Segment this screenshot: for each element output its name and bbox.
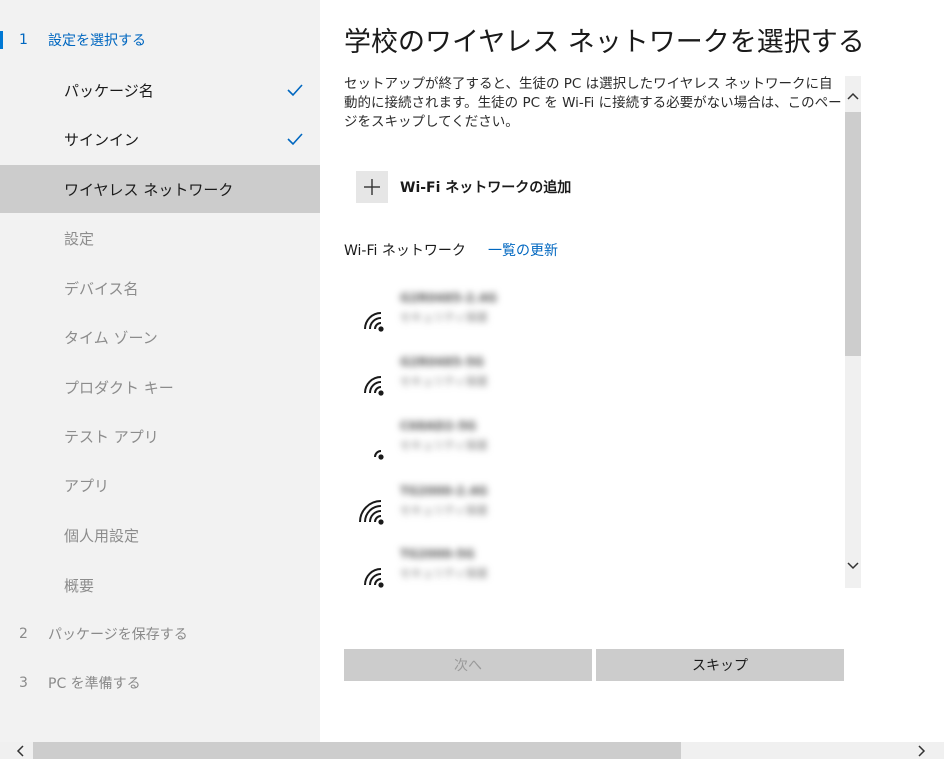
substep-personalization[interactable]: 個人用設定	[0, 511, 320, 559]
substep-apps[interactable]: アプリ	[0, 461, 320, 509]
add-network-button[interactable]	[356, 171, 388, 203]
checkmark-icon	[287, 84, 303, 97]
step-label: 設定を選択する	[48, 33, 146, 49]
scroll-left-icon[interactable]	[12, 742, 28, 759]
page-description: セットアップが終了すると、生徒の PC は選択したワイヤレス ネットワークに自動…	[344, 76, 842, 130]
network-item[interactable]: G2R0485-2.4G セキュリティ保護	[356, 291, 556, 347]
network-ssid: G2R0485-5G	[400, 355, 485, 369]
substep-wireless-network[interactable]: ワイヤレス ネットワーク	[0, 165, 320, 213]
substep-label: サインイン	[64, 130, 140, 149]
skip-button[interactable]: スキップ	[596, 649, 844, 681]
substep-label: テスト アプリ	[64, 427, 159, 446]
horizontal-scrollbar[interactable]	[0, 742, 944, 759]
network-status: セキュリティ保護	[400, 439, 488, 452]
substep-device-name[interactable]: デバイス名	[0, 264, 320, 312]
page-title: 学校のワイヤレス ネットワークを選択する	[344, 27, 865, 58]
network-status: セキュリティ保護	[400, 311, 488, 324]
substep-label: パッケージ名	[64, 81, 154, 100]
substep-label: 設定	[64, 229, 95, 248]
substep-test-app[interactable]: テスト アプリ	[0, 412, 320, 460]
step-label: PC を準備する	[48, 676, 141, 692]
network-item[interactable]: TG2000-5G セキュリティ保護	[356, 547, 556, 603]
scrollbar-thumb[interactable]	[845, 112, 861, 356]
substep-package-name[interactable]: パッケージ名	[0, 66, 320, 114]
wifi-signal-icon	[364, 312, 384, 332]
step-save-package[interactable]: 2 パッケージを保存する	[0, 610, 320, 658]
network-ssid: TG2000-2.4G	[400, 484, 488, 498]
network-item[interactable]: G2R0485-5G セキュリティ保護	[356, 355, 556, 411]
network-status: セキュリティ保護	[400, 375, 488, 388]
substep-label: デバイス名	[64, 279, 139, 298]
active-step-indicator	[0, 31, 3, 49]
step-prepare-pc[interactable]: 3 PC を準備する	[0, 659, 320, 707]
network-status: セキュリティ保護	[400, 504, 488, 517]
network-item[interactable]: TG2000-2.4G セキュリティ保護	[356, 484, 556, 540]
content-scrollbar[interactable]	[845, 76, 861, 588]
plus-icon	[364, 179, 380, 195]
network-ssid: TG2000-5G	[400, 547, 475, 561]
substep-product-key[interactable]: プロダクト キー	[0, 363, 320, 411]
scrollbar-thumb[interactable]	[33, 742, 681, 759]
network-ssid: G2R0485-2.4G	[400, 291, 497, 305]
substep-label: 概要	[64, 576, 95, 595]
add-network-label[interactable]: Wi-Fi ネットワークの追加	[400, 177, 571, 197]
substep-time-zone[interactable]: タイム ゾーン	[0, 313, 320, 361]
substep-sign-in[interactable]: サインイン	[0, 115, 320, 163]
substep-label: ワイヤレス ネットワーク	[64, 180, 234, 199]
network-ssid: C68AD2-5G	[400, 419, 477, 433]
wifi-signal-icon	[359, 500, 384, 525]
substep-settings[interactable]: 設定	[0, 214, 320, 262]
sidebar: 1 設定を選択する パッケージ名 サインイン ワイヤレス ネットワーク 設定 デ…	[0, 0, 320, 742]
step-choose-settings[interactable]: 1 設定を選択する	[0, 16, 320, 64]
networks-heading: Wi-Fi ネットワーク	[344, 243, 466, 259]
substep-label: タイム ゾーン	[64, 328, 158, 347]
next-button[interactable]: 次へ	[344, 649, 592, 681]
substep-summary[interactable]: 概要	[0, 561, 320, 609]
wifi-signal-icon	[364, 376, 384, 396]
wifi-signal-icon	[374, 450, 384, 460]
checkmark-icon	[287, 133, 303, 146]
refresh-list-link[interactable]: 一覧の更新	[488, 240, 558, 260]
substep-label: プロダクト キー	[64, 378, 174, 397]
substep-label: 個人用設定	[64, 526, 140, 545]
substep-label: アプリ	[64, 476, 110, 495]
scroll-up-icon[interactable]	[845, 86, 861, 106]
step-label: パッケージを保存する	[48, 627, 188, 643]
network-item[interactable]: C68AD2-5G セキュリティ保護	[356, 419, 556, 475]
scroll-right-icon[interactable]	[914, 742, 930, 759]
step-number: 2	[19, 626, 28, 642]
step-number: 1	[19, 32, 28, 48]
step-number: 3	[19, 675, 28, 691]
scroll-down-icon[interactable]	[845, 556, 861, 576]
wifi-signal-icon	[364, 568, 384, 588]
network-status: セキュリティ保護	[400, 567, 488, 580]
